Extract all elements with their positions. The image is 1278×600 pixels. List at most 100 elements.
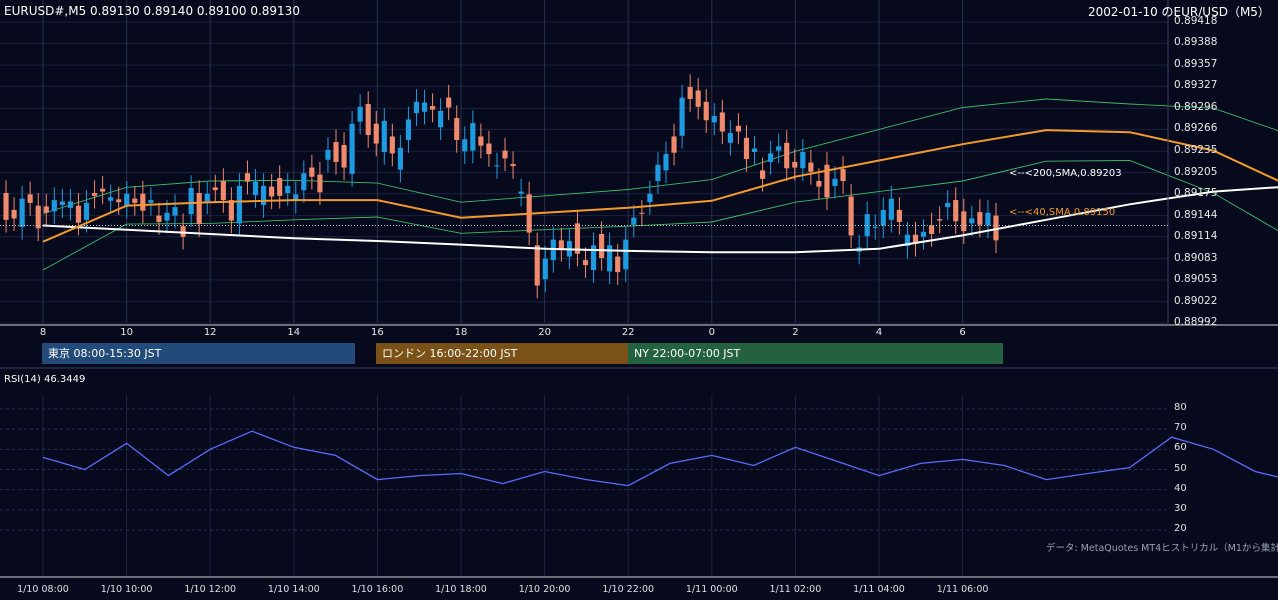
candle-body bbox=[470, 123, 476, 151]
candle-body bbox=[711, 115, 717, 123]
time-tick-label: 1/10 18:00 bbox=[435, 584, 487, 595]
sma200-label: <--<200,SMA,0.89203 bbox=[1009, 168, 1122, 179]
candle-body bbox=[969, 218, 975, 224]
candle-body bbox=[212, 187, 218, 191]
candle-body bbox=[896, 209, 902, 222]
candle-body bbox=[11, 209, 17, 219]
candle-body bbox=[703, 101, 709, 121]
candle-body bbox=[333, 142, 339, 162]
candle-body bbox=[848, 196, 854, 236]
candle-body bbox=[953, 200, 959, 222]
candle-body bbox=[389, 136, 395, 154]
candle-body bbox=[542, 258, 548, 280]
hour-tick-label: 0 bbox=[708, 327, 715, 338]
price-tick-label: 0.89266 bbox=[1174, 122, 1218, 135]
candle-body bbox=[301, 173, 307, 191]
time-tick-label: 1/10 16:00 bbox=[351, 584, 404, 595]
candle-body bbox=[269, 186, 275, 197]
candle-body bbox=[631, 217, 637, 225]
candle-body bbox=[421, 102, 428, 112]
candle-body bbox=[124, 193, 130, 206]
candle-body bbox=[108, 197, 114, 201]
candle-body bbox=[639, 212, 645, 214]
candle-body bbox=[100, 188, 106, 192]
candle-body bbox=[83, 202, 90, 220]
rsi-tick-label: 50 bbox=[1174, 462, 1187, 474]
rsi-tick-label: 20 bbox=[1174, 523, 1187, 534]
price-tick-label: 0.88992 bbox=[1174, 316, 1218, 328]
candle-body bbox=[687, 87, 693, 100]
candle-body bbox=[252, 181, 259, 196]
candle-body bbox=[655, 164, 661, 181]
rsi-tick-label: 40 bbox=[1174, 482, 1187, 494]
candle-body bbox=[663, 154, 669, 171]
candle-body bbox=[277, 178, 283, 196]
candle-body bbox=[727, 132, 733, 143]
candle-body bbox=[228, 200, 234, 221]
candle-body bbox=[486, 143, 492, 155]
candle-body bbox=[961, 211, 967, 232]
candle-body bbox=[413, 101, 420, 114]
rsi-line bbox=[42, 430, 1278, 487]
price-tick-label: 0.89175 bbox=[1174, 186, 1218, 199]
candle-body bbox=[929, 225, 935, 234]
candle-body bbox=[148, 200, 154, 203]
candle-body bbox=[832, 178, 838, 186]
price-tick-label: 0.89357 bbox=[1174, 58, 1218, 71]
candle-body bbox=[937, 219, 943, 221]
candle-body bbox=[244, 173, 251, 182]
candle-body bbox=[751, 148, 758, 153]
time-tick-label: 1/10 08:00 bbox=[17, 584, 69, 595]
hour-tick-label: 16 bbox=[371, 327, 384, 338]
candle-body bbox=[735, 125, 742, 132]
hour-tick-label: 10 bbox=[120, 327, 133, 338]
candle-body bbox=[373, 123, 379, 144]
symbol-ohlc-label: EURUSD#,M5 0.89130 0.89140 0.89100 0.891… bbox=[4, 4, 300, 18]
price-tick-label: 0.89083 bbox=[1174, 251, 1218, 264]
bollinger-upper-band bbox=[42, 98, 1278, 214]
candle-body bbox=[880, 209, 886, 226]
time-tick-label: 1/10 22:00 bbox=[602, 584, 655, 595]
price-tick-label: 0.89235 bbox=[1174, 144, 1218, 157]
hour-tick-label: 22 bbox=[621, 327, 635, 338]
rsi-tick-label: 30 bbox=[1174, 502, 1187, 514]
bollinger-bands bbox=[42, 98, 1278, 271]
time-tick-label: 1/11 00:00 bbox=[685, 584, 738, 595]
candle-body bbox=[172, 207, 178, 216]
candle-body bbox=[196, 192, 202, 225]
candle-body bbox=[341, 144, 347, 168]
candle-body bbox=[27, 194, 33, 203]
candle-body bbox=[381, 120, 387, 153]
candle-body bbox=[977, 212, 983, 225]
candle-body bbox=[462, 139, 468, 152]
time-tick-label: 1/10 10:00 bbox=[100, 584, 153, 595]
candle-body bbox=[478, 136, 484, 146]
candle-body bbox=[365, 103, 371, 136]
candle-body bbox=[405, 119, 412, 140]
candle-body bbox=[518, 191, 524, 194]
candle-body bbox=[67, 201, 73, 208]
candle-body bbox=[808, 162, 814, 172]
candle-body bbox=[260, 185, 267, 206]
candle-body bbox=[19, 198, 25, 227]
data-source-note: データ: MetaQuotes MT4ヒストリカル（M1から集計） bbox=[1046, 543, 1278, 554]
candle-body bbox=[607, 245, 613, 272]
candle-body bbox=[558, 240, 564, 249]
time-tick-label: 1/11 06:00 bbox=[936, 584, 989, 595]
hour-tick-label: 2 bbox=[792, 327, 799, 338]
price-tick-label: 0.89296 bbox=[1174, 101, 1218, 114]
candle-body bbox=[438, 111, 444, 128]
candle-body bbox=[309, 167, 315, 177]
price-tick-label: 0.89418 bbox=[1174, 15, 1218, 27]
candle-body bbox=[647, 193, 653, 203]
price-tick-label: 0.89205 bbox=[1174, 165, 1218, 178]
session-ny-bar: NY 22:00-07:00 JST bbox=[628, 343, 1003, 364]
candle-body bbox=[671, 136, 677, 153]
candle-body bbox=[430, 106, 436, 110]
price-tick-label: 0.89022 bbox=[1174, 294, 1218, 307]
candle-body bbox=[872, 226, 878, 228]
candle-body bbox=[51, 200, 57, 212]
candle-body bbox=[792, 161, 798, 168]
candle-body bbox=[510, 164, 516, 167]
rsi-title: RSI(14) 46.3449 bbox=[4, 374, 86, 385]
